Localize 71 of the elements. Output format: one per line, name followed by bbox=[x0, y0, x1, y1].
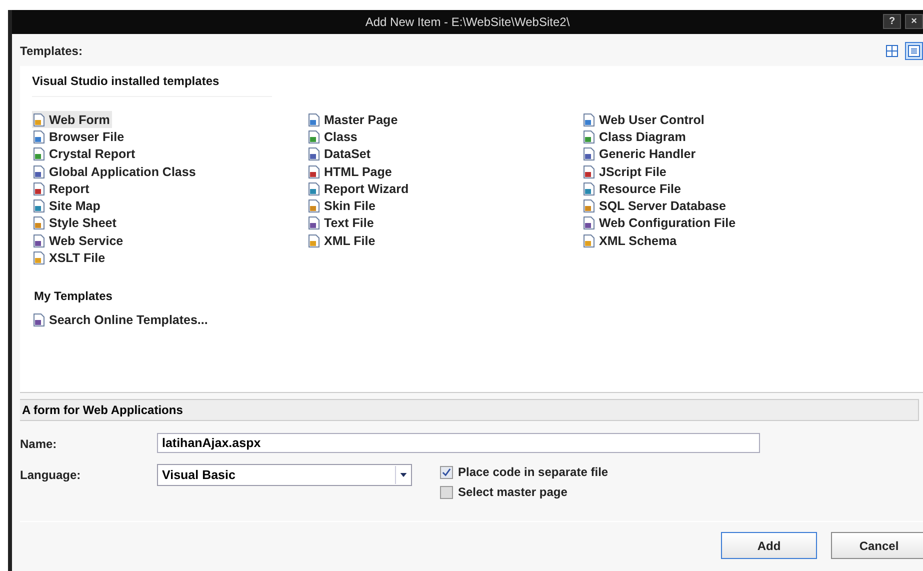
file-icon bbox=[307, 199, 321, 214]
template-item[interactable]: Class Diagram bbox=[582, 128, 688, 146]
file-icon bbox=[582, 112, 596, 127]
file-icon bbox=[32, 251, 46, 266]
add-button[interactable]: Add bbox=[721, 532, 817, 559]
template-item[interactable]: Web Configuration File bbox=[582, 214, 738, 232]
template-item[interactable]: Style Sheet bbox=[32, 214, 118, 232]
file-icon bbox=[582, 234, 596, 248]
group-header: Visual Studio installed templates bbox=[32, 74, 272, 97]
file-icon bbox=[32, 234, 46, 248]
checkbox[interactable] bbox=[440, 466, 453, 478]
template-item[interactable]: Text File bbox=[307, 214, 376, 232]
large-icons-view-button[interactable] bbox=[883, 42, 901, 60]
file-icon bbox=[307, 112, 321, 127]
template-item[interactable]: Search Online Templates... bbox=[32, 312, 210, 327]
checkbox-label: Place code in separate file bbox=[458, 465, 608, 479]
small-icons-view-button[interactable] bbox=[905, 42, 923, 60]
file-icon bbox=[32, 312, 46, 327]
file-icon bbox=[32, 147, 46, 162]
template-item[interactable]: Global Application Class bbox=[32, 162, 198, 180]
language-dropdown[interactable]: Visual Basic bbox=[157, 464, 412, 486]
group-header: My Templates bbox=[33, 288, 114, 305]
template-item[interactable]: Web Service bbox=[32, 232, 126, 250]
template-item[interactable]: Web Form bbox=[32, 111, 112, 128]
template-item[interactable]: Report bbox=[32, 180, 92, 198]
template-item[interactable]: Web User Control bbox=[582, 111, 706, 128]
file-icon bbox=[307, 182, 321, 196]
file-icon bbox=[307, 130, 321, 144]
file-icon bbox=[32, 164, 46, 179]
name-field[interactable]: latihanAjax.aspx bbox=[157, 433, 760, 453]
file-icon bbox=[307, 216, 321, 230]
language-label: Language: bbox=[20, 467, 82, 484]
file-icon bbox=[307, 147, 321, 162]
template-item[interactable]: Site Map bbox=[32, 197, 102, 215]
file-icon bbox=[582, 216, 596, 230]
template-item[interactable]: Skin File bbox=[307, 197, 378, 215]
checkbox-label: Select master page bbox=[458, 485, 568, 499]
file-icon bbox=[307, 234, 321, 248]
file-icon bbox=[32, 216, 46, 230]
template-item[interactable]: XML Schema bbox=[582, 232, 679, 250]
template-item[interactable]: Master Page bbox=[307, 111, 400, 128]
file-icon bbox=[582, 147, 596, 162]
file-icon bbox=[582, 164, 596, 179]
template-item[interactable]: DataSet bbox=[307, 146, 373, 163]
template-item[interactable]: HTML Page bbox=[307, 162, 394, 180]
cancel-button[interactable]: Cancel bbox=[831, 532, 923, 559]
help-button[interactable]: ? bbox=[883, 14, 901, 29]
template-item[interactable]: Report Wizard bbox=[307, 180, 411, 198]
file-icon bbox=[582, 182, 596, 196]
file-icon bbox=[582, 199, 596, 214]
window-title: Add New Item - E:\WebSite\WebSite2\ bbox=[365, 15, 570, 29]
template-item[interactable]: XSLT File bbox=[32, 249, 108, 267]
template-item[interactable]: Resource File bbox=[582, 180, 683, 198]
file-icon bbox=[32, 130, 46, 144]
file-icon bbox=[32, 112, 46, 127]
template-item[interactable]: Class bbox=[307, 128, 360, 146]
template-item[interactable]: Browser File bbox=[32, 128, 126, 146]
file-icon bbox=[32, 199, 46, 214]
template-item[interactable]: JScript File bbox=[582, 162, 668, 180]
file-icon bbox=[307, 164, 321, 179]
file-icon bbox=[32, 182, 46, 196]
template-item[interactable]: SQL Server Database bbox=[582, 197, 728, 215]
template-item[interactable]: Crystal Report bbox=[32, 146, 138, 163]
file-icon bbox=[582, 130, 596, 144]
checkbox[interactable] bbox=[440, 486, 453, 498]
close-button[interactable]: × bbox=[905, 14, 923, 29]
template-item[interactable]: XML File bbox=[307, 232, 378, 250]
name-label: Name: bbox=[20, 436, 58, 453]
templates-label: Templates: bbox=[20, 44, 82, 58]
template-item[interactable]: Generic Handler bbox=[582, 146, 698, 163]
description-bar: A form for Web Applications bbox=[20, 399, 919, 421]
